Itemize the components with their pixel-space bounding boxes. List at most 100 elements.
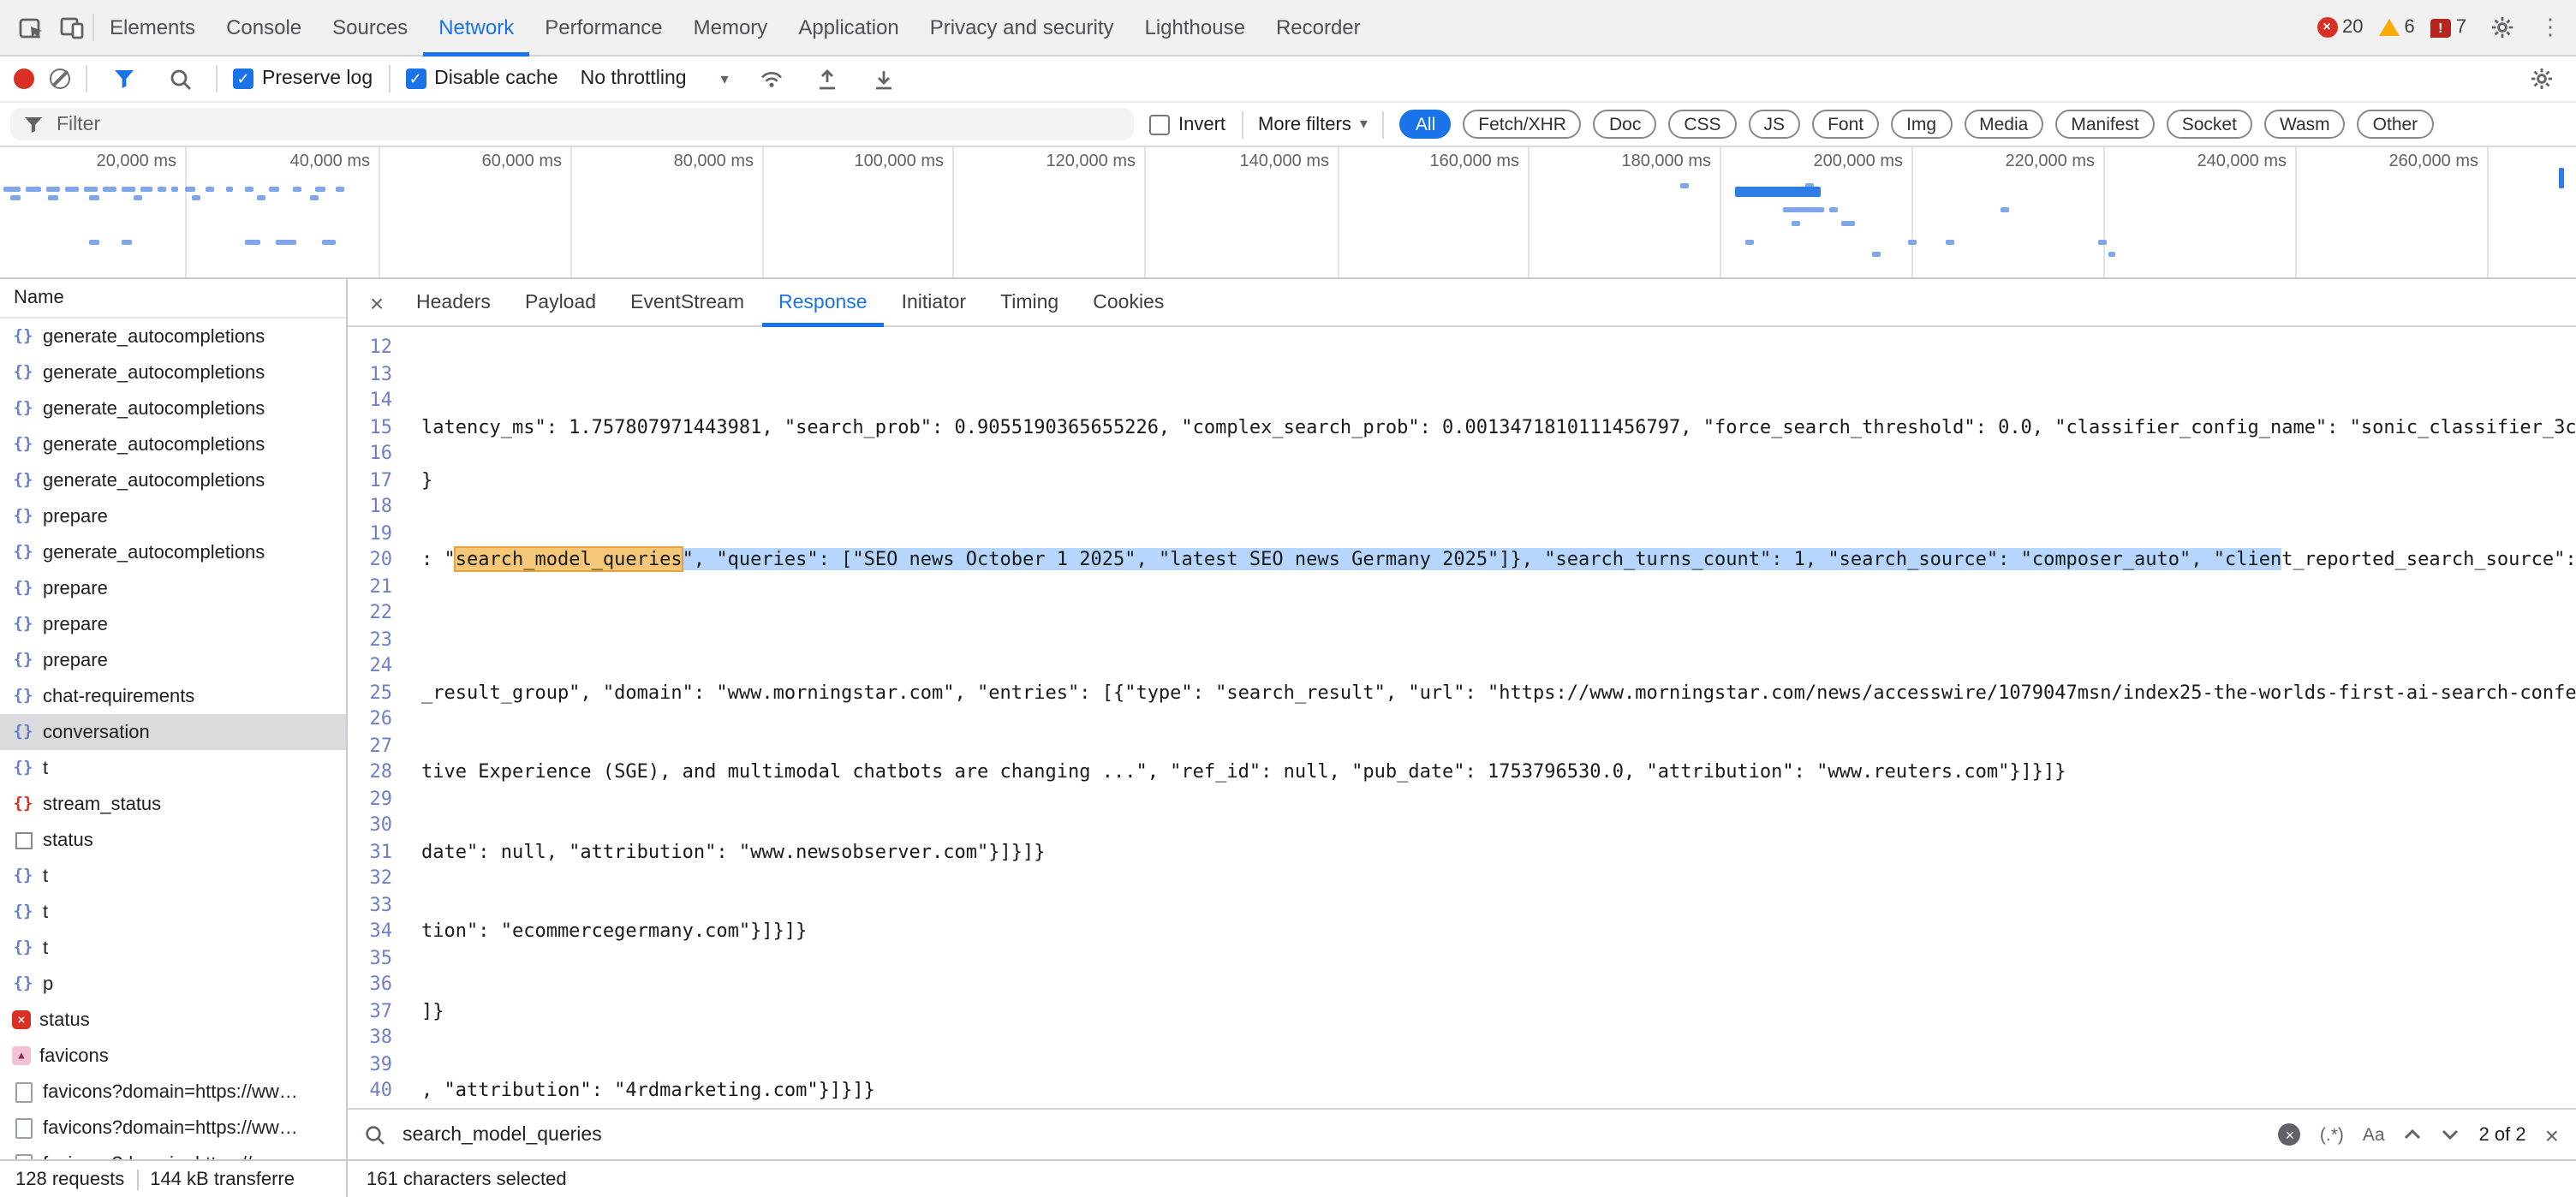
network-activity-mark — [1946, 240, 1954, 245]
detail-tab-payload[interactable]: Payload — [508, 278, 613, 326]
devtools-tab-memory[interactable]: Memory — [678, 0, 784, 56]
detail-tab-response[interactable]: Response — [761, 278, 885, 326]
more-filters-button[interactable]: More filters — [1258, 114, 1368, 134]
settings-gear-icon[interactable] — [2482, 7, 2523, 48]
device-toolbar-icon[interactable] — [51, 7, 92, 48]
filter-pill-wasm[interactable]: Wasm — [2264, 110, 2346, 139]
request-row[interactable]: generate_autocompletions — [0, 354, 346, 390]
request-row[interactable]: prepare — [0, 498, 346, 534]
request-row[interactable]: generate_autocompletions — [0, 426, 346, 462]
request-row[interactable]: t — [0, 930, 346, 966]
detail-tab-timing[interactable]: Timing — [983, 278, 1076, 326]
line-number: 31 — [348, 838, 409, 865]
filter-pill-img[interactable]: Img — [1891, 110, 1952, 139]
request-name: favicons — [39, 1045, 109, 1066]
preserve-log-checkbox[interactable]: Preserve log — [233, 68, 373, 89]
import-har-icon[interactable] — [808, 58, 849, 99]
export-har-icon[interactable] — [864, 58, 905, 99]
filter-pill-doc[interactable]: Doc — [1594, 110, 1656, 139]
code-line: 15latency_ms": 1.757807971443981, "searc… — [348, 414, 2576, 440]
inspect-icon[interactable] — [10, 7, 51, 48]
console-errors-badge[interactable]: 20 — [2317, 17, 2364, 38]
request-row[interactable]: t — [0, 750, 346, 786]
devtools-tab-application[interactable]: Application — [783, 0, 914, 56]
request-row[interactable]: chat-requirements — [0, 678, 346, 714]
request-row[interactable]: status — [0, 1002, 346, 1038]
detail-tab-initiator[interactable]: Initiator — [885, 278, 983, 326]
filter-pill-media[interactable]: Media — [1964, 110, 2043, 139]
disable-cache-checkbox[interactable]: Disable cache — [405, 68, 558, 89]
close-find-bar-icon[interactable] — [2545, 1121, 2559, 1148]
regex-toggle[interactable]: (.*) — [2320, 1124, 2344, 1145]
request-row[interactable]: prepare — [0, 570, 346, 606]
devtools-tab-privacy-and-security[interactable]: Privacy and security — [915, 0, 1130, 56]
detail-tab-headers[interactable]: Headers — [399, 278, 508, 326]
record-button[interactable] — [14, 68, 34, 89]
filter-pill-font[interactable]: Font — [1812, 110, 1879, 139]
network-activity-mark — [48, 195, 58, 200]
close-detail-icon[interactable] — [355, 289, 399, 316]
square-icon — [12, 829, 34, 851]
invert-checkbox[interactable]: Invert — [1149, 114, 1225, 134]
network-conditions-icon[interactable] — [751, 58, 792, 99]
filter-pill-js[interactable]: JS — [1749, 110, 1801, 139]
request-row[interactable]: stream_status — [0, 786, 346, 822]
request-row[interactable]: generate_autocompletions — [0, 319, 346, 354]
request-row[interactable]: favicons?domain=https://ww… — [0, 1074, 346, 1110]
devtools-tab-performance[interactable]: Performance — [529, 0, 677, 56]
request-row[interactable]: generate_autocompletions — [0, 390, 346, 426]
find-input[interactable] — [399, 1123, 947, 1146]
next-match-icon[interactable] — [2442, 1129, 2460, 1140]
clear-search-icon[interactable] — [2279, 1123, 2301, 1146]
request-row[interactable]: status — [0, 822, 346, 858]
request-row[interactable]: favicons?domain=https://ww… — [0, 1146, 346, 1159]
more-options-icon[interactable] — [2538, 14, 2562, 41]
detail-tab-cookies[interactable]: Cookies — [1076, 278, 1181, 326]
divider — [136, 1169, 138, 1189]
devtools-tab-network[interactable]: Network — [423, 0, 529, 56]
match-case-toggle[interactable]: Aa — [2363, 1124, 2385, 1145]
checkbox-checked-icon — [405, 68, 426, 89]
response-content[interactable]: 12131415latency_ms": 1.757807971443981, … — [348, 327, 2576, 1108]
search-icon[interactable] — [159, 58, 200, 99]
request-row[interactable]: favicons?domain=https://ww… — [0, 1110, 346, 1146]
detail-tab-eventstream[interactable]: EventStream — [613, 278, 761, 326]
request-row[interactable]: prepare — [0, 642, 346, 678]
request-row[interactable]: p — [0, 966, 346, 1002]
issues-badge[interactable]: 7 — [2430, 17, 2466, 38]
request-row[interactable]: conversation — [0, 714, 346, 750]
filter-pill-fetch-xhr[interactable]: Fetch/XHR — [1463, 110, 1582, 139]
network-overview-timeline[interactable]: 20,000 ms40,000 ms60,000 ms80,000 ms100,… — [0, 147, 2576, 279]
request-row[interactable]: prepare — [0, 606, 346, 642]
filter-toggle-icon[interactable] — [103, 58, 144, 99]
code-line: 37]} — [348, 998, 2576, 1024]
devtools-tab-recorder[interactable]: Recorder — [1261, 0, 1376, 56]
filter-input[interactable] — [53, 112, 1120, 136]
clear-network-log-button[interactable] — [50, 68, 70, 89]
throttling-select[interactable]: No throttling — [574, 68, 736, 89]
network-settings-gear-icon[interactable] — [2521, 58, 2562, 99]
network-activity-mark — [1841, 221, 1855, 226]
console-warnings-badge[interactable]: 6 — [2379, 17, 2415, 38]
name-column-header[interactable]: Name — [0, 279, 346, 319]
devtools-tab-elements[interactable]: Elements — [94, 0, 211, 56]
request-row[interactable]: t — [0, 894, 346, 930]
request-name: prepare — [43, 578, 108, 598]
devtools-tab-lighthouse[interactable]: Lighthouse — [1130, 0, 1261, 56]
devtools-tab-sources[interactable]: Sources — [317, 0, 423, 56]
devtools-tab-console[interactable]: Console — [211, 0, 317, 56]
line-number: 18 — [348, 493, 409, 520]
line-text: : "search_model_queries", "queries": ["S… — [421, 546, 2576, 573]
filter-pill-other[interactable]: Other — [2358, 110, 2434, 139]
filter-pill-all[interactable]: All — [1400, 110, 1451, 139]
filter-pill-socket[interactable]: Socket — [2167, 110, 2252, 139]
request-row[interactable]: t — [0, 858, 346, 894]
filter-pill-css[interactable]: CSS — [1668, 110, 1736, 139]
request-row[interactable]: generate_autocompletions — [0, 462, 346, 498]
previous-match-icon[interactable] — [2404, 1129, 2423, 1140]
request-row[interactable]: generate_autocompletions — [0, 534, 346, 570]
request-row[interactable]: favicons — [0, 1038, 346, 1074]
filter-pill-manifest[interactable]: Manifest — [2055, 110, 2154, 139]
network-activity-mark — [1783, 207, 1824, 212]
line-text — [421, 334, 2576, 360]
